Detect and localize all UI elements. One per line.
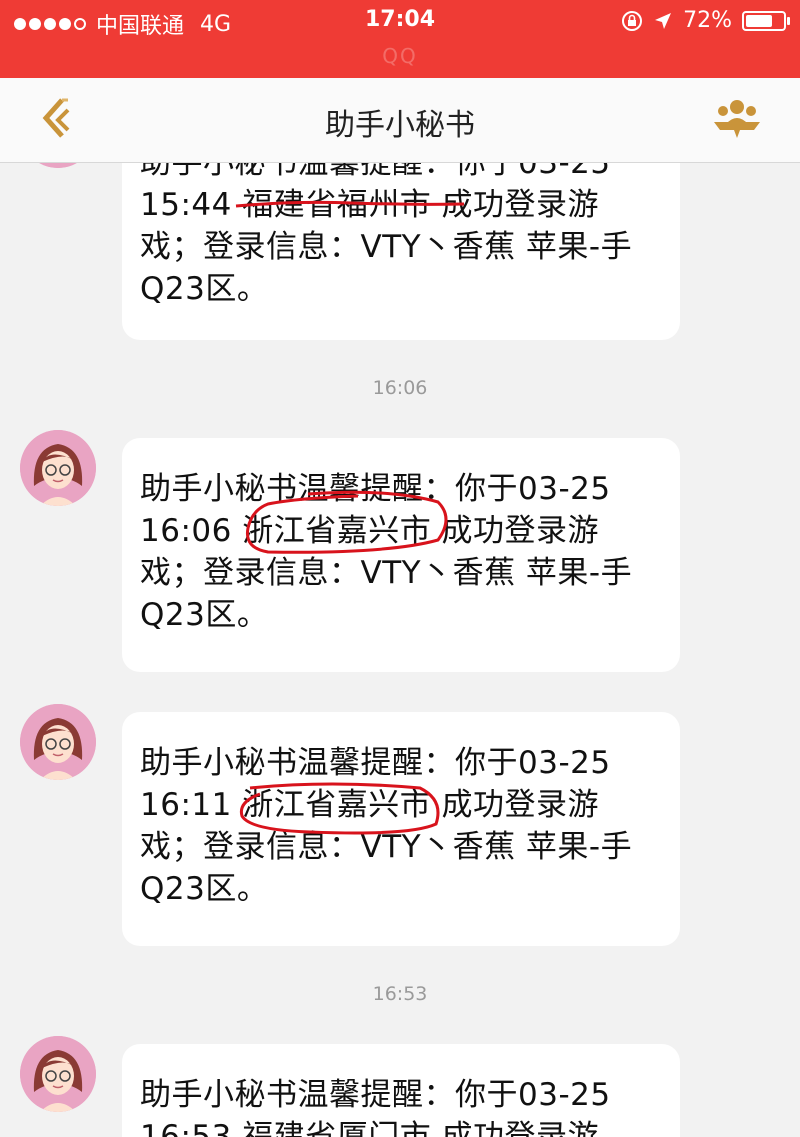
avatar[interactable] <box>20 1036 96 1112</box>
message-text: 助手小秘书温馨提醒：你于03-25 16:06 浙江省嘉兴市 成功登录游戏；登录… <box>140 471 633 633</box>
avatar-girl-icon <box>20 1036 96 1112</box>
battery-icon <box>742 10 790 31</box>
timestamp: 16:06 <box>372 377 428 399</box>
group-info-button[interactable] <box>710 98 764 142</box>
timestamp: 16:53 <box>372 983 428 1005</box>
message-text: 助手小秘书温馨提醒：你于03-25 16:53 福建省厦门市 成功登录游 <box>140 1077 611 1137</box>
nav-bar: 助手小秘书 <box>0 78 800 163</box>
chat-area[interactable]: 助手小秘书温馨提醒：你于03-25 15:44 福建省福州市 成功登录游戏；登录… <box>0 162 800 1137</box>
message-bubble[interactable]: 助手小秘书温馨提醒：你于03-25 16:53 福建省厦门市 成功登录游 <box>122 1044 680 1137</box>
battery-percent: 72% <box>683 8 732 33</box>
group-icon <box>714 100 760 138</box>
avatar[interactable] <box>20 430 96 506</box>
page-title: 助手小秘书 <box>325 108 475 143</box>
rotation-lock-icon <box>622 10 643 31</box>
ghost-title: QQ <box>382 44 418 68</box>
location-icon <box>655 12 672 29</box>
message-bubble[interactable]: 助手小秘书温馨提醒：你于03-25 15:44 福建省福州市 成功登录游戏；登录… <box>122 162 680 340</box>
message-bubble[interactable]: 助手小秘书温馨提醒：你于03-25 16:06 浙江省嘉兴市 成功登录游戏；登录… <box>122 438 680 672</box>
avatar-girl-icon <box>20 704 96 780</box>
avatar-girl-icon <box>20 430 96 506</box>
status-icons: 72% <box>621 8 790 33</box>
status-bar: 中国联通 4G 17:04 72% QQ <box>0 0 800 78</box>
message-bubble[interactable]: 助手小秘书温馨提醒：你于03-25 16:11 浙江省嘉兴市 成功登录游戏；登录… <box>122 712 680 946</box>
message-text: 助手小秘书温馨提醒：你于03-25 16:11 浙江省嘉兴市 成功登录游戏；登录… <box>140 745 633 907</box>
avatar[interactable] <box>20 704 96 780</box>
message-text: 助手小秘书温馨提醒：你于03-25 15:44 福建省福州市 成功登录游戏；登录… <box>140 162 633 307</box>
